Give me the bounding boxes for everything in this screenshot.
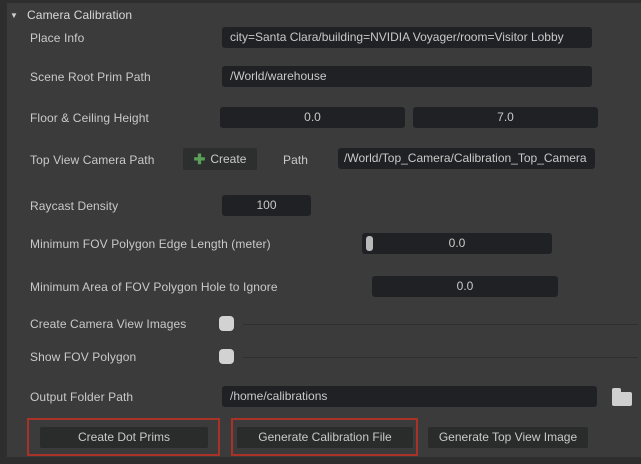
raycast-density-field[interactable]: 100 [222, 195, 311, 216]
top-view-camera-path-label: Top View Camera Path [30, 153, 155, 168]
panel-edge-bottom [0, 457, 641, 464]
scene-root-prim-path-label: Scene Root Prim Path [30, 70, 151, 85]
section-title: Camera Calibration [27, 8, 132, 22]
plus-icon: ✚ [194, 152, 206, 166]
top-view-camera-path-field[interactable]: /World/Top_Camera/Calibration_Top_Camera [338, 148, 595, 169]
path-label: Path [283, 153, 308, 168]
folder-browse-icon[interactable] [612, 392, 632, 406]
separator-line [243, 357, 638, 358]
place-info-field[interactable]: city=Santa Clara/building=NVIDIA Voyager… [222, 27, 592, 48]
scene-root-prim-path-field[interactable]: /World/warehouse [222, 66, 592, 87]
min-fov-hole-area-field[interactable]: 0.0 [372, 276, 558, 297]
show-fov-polygon-label: Show FOV Polygon [30, 350, 136, 365]
collapse-triangle-icon[interactable]: ▼ [10, 8, 18, 23]
section-header-camera-calibration[interactable]: ▼ Camera Calibration [10, 8, 132, 23]
floor-height-field[interactable]: 0.0 [220, 107, 405, 128]
panel-edge-top [0, 0, 641, 3]
show-fov-polygon-checkbox[interactable] [219, 349, 234, 364]
ceiling-height-field[interactable]: 7.0 [413, 107, 598, 128]
floor-ceiling-height-label: Floor & Ceiling Height [30, 111, 149, 126]
create-camera-view-images-label: Create Camera View Images [30, 317, 186, 332]
create-camera-view-images-checkbox[interactable] [219, 316, 234, 331]
camera-calibration-panel: ▼ Camera Calibration Place Info city=Sant… [0, 0, 641, 464]
place-info-label: Place Info [30, 31, 84, 46]
panel-edge-left [0, 0, 7, 464]
output-folder-path-label: Output Folder Path [30, 390, 133, 405]
highlight-rect-create-dot-prims [27, 418, 220, 456]
slider-handle[interactable] [366, 236, 373, 251]
create-camera-button-label: Create [210, 152, 246, 166]
generate-top-view-image-button[interactable]: Generate Top View Image [428, 427, 588, 448]
min-fov-hole-area-label: Minimum Area of FOV Polygon Hole to Igno… [30, 280, 278, 295]
raycast-density-label: Raycast Density [30, 199, 118, 214]
output-folder-path-field[interactable]: /home/calibrations [222, 386, 597, 407]
min-fov-edge-length-slider[interactable]: 0.0 [362, 233, 552, 254]
min-fov-edge-length-value: 0.0 [449, 236, 466, 250]
create-camera-button[interactable]: ✚ Create [183, 148, 257, 170]
min-fov-edge-length-label: Minimum FOV Polygon Edge Length (meter) [30, 237, 271, 252]
separator-line [243, 324, 638, 325]
highlight-rect-generate-calibration-file [231, 418, 418, 456]
